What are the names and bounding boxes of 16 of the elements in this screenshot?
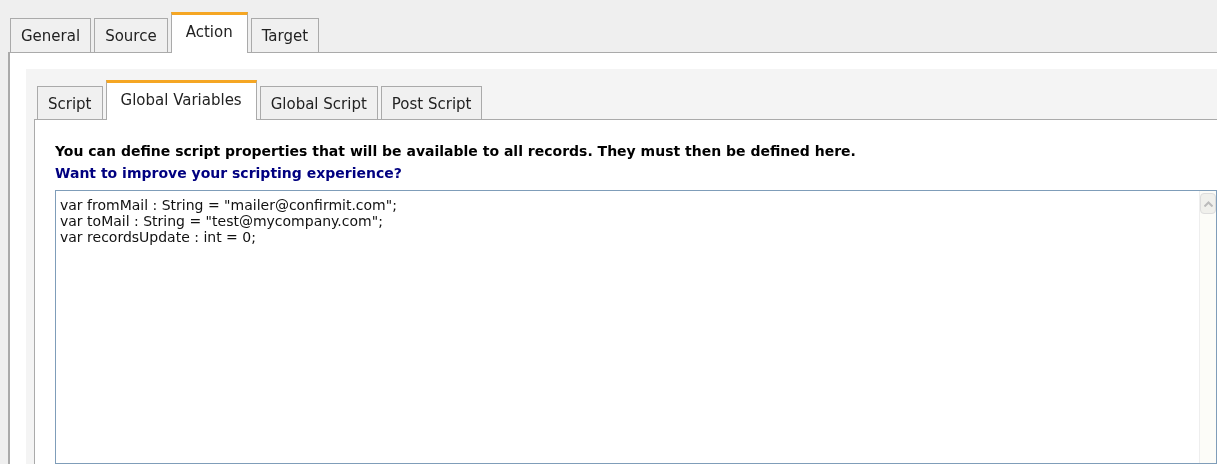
description-text: You can define script properties that will be available to all records. They must then be defined here. [55, 142, 857, 161]
code-line: var fromMail : String = "mailer@confirmit.com"; [60, 197, 397, 213]
help-link[interactable]: Want to improve your scripting experience? [55, 162, 402, 184]
tab[interactable]: Source [94, 18, 168, 52]
tab[interactable]: Global Variables [105, 79, 257, 120]
tab[interactable]: Script [37, 85, 103, 119]
code-line: var recordsUpdate : int = 0; [60, 229, 256, 245]
code-editor-field[interactable]: var fromMail : String = "mailer@confirmit.com"; var toMail : String = "test@mycompany.com"; var recordsUpdate : int = 0; [55, 190, 1217, 464]
tab[interactable]: Target [250, 18, 320, 52]
tab[interactable]: General [10, 18, 92, 52]
tab[interactable]: Post Script [380, 85, 483, 119]
tab[interactable]: Global Script [259, 85, 378, 119]
scroll-up-button[interactable] [1200, 193, 1216, 214]
tab[interactable]: Action [170, 12, 248, 53]
scrollbar[interactable] [1199, 191, 1216, 463]
code-line: var toMail : String = "test@mycompany.com"; [60, 213, 383, 229]
